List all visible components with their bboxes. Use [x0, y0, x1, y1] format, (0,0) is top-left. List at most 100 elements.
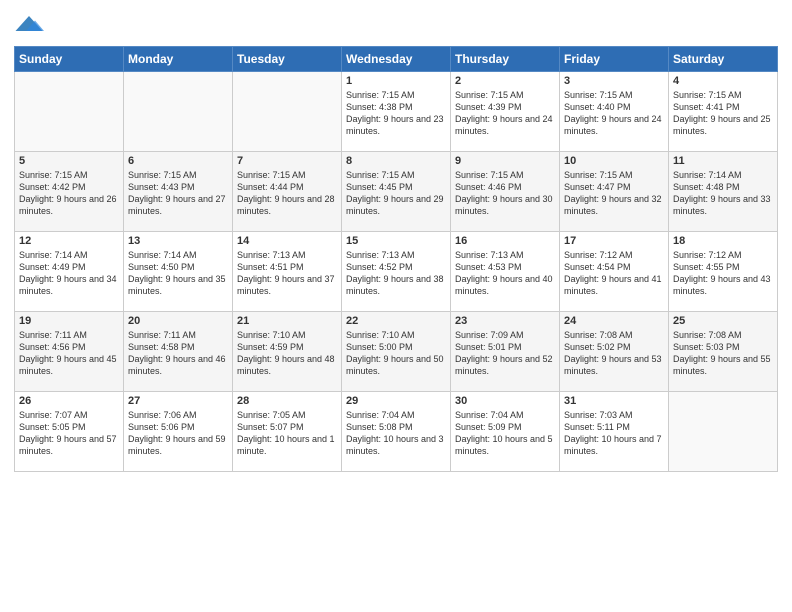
day-number: 12 — [19, 235, 119, 247]
calendar-cell: 22 Sunrise: 7:10 AM Sunset: 5:00 PM Dayli… — [342, 312, 451, 392]
week-row-2: 5 Sunrise: 7:15 AM Sunset: 4:42 PM Daylig… — [15, 152, 778, 232]
day-number: 4 — [673, 75, 773, 87]
week-row-5: 26 Sunrise: 7:07 AM Sunset: 5:05 PM Dayli… — [15, 392, 778, 472]
calendar-cell: 19 Sunrise: 7:11 AM Sunset: 4:56 PM Dayli… — [15, 312, 124, 392]
calendar-cell — [669, 392, 778, 472]
day-info: Sunrise: 7:08 AM Sunset: 5:02 PM Dayligh… — [564, 329, 664, 378]
calendar-cell: 23 Sunrise: 7:09 AM Sunset: 5:01 PM Dayli… — [451, 312, 560, 392]
day-number: 7 — [237, 155, 337, 167]
day-info: Sunrise: 7:15 AM Sunset: 4:46 PM Dayligh… — [455, 169, 555, 218]
day-info: Sunrise: 7:15 AM Sunset: 4:38 PM Dayligh… — [346, 89, 446, 138]
day-info: Sunrise: 7:12 AM Sunset: 4:55 PM Dayligh… — [673, 249, 773, 298]
day-info: Sunrise: 7:05 AM Sunset: 5:07 PM Dayligh… — [237, 409, 337, 458]
calendar-cell: 20 Sunrise: 7:11 AM Sunset: 4:58 PM Dayli… — [124, 312, 233, 392]
day-info: Sunrise: 7:11 AM Sunset: 4:58 PM Dayligh… — [128, 329, 228, 378]
calendar-cell: 15 Sunrise: 7:13 AM Sunset: 4:52 PM Dayli… — [342, 232, 451, 312]
day-info: Sunrise: 7:15 AM Sunset: 4:42 PM Dayligh… — [19, 169, 119, 218]
day-number: 2 — [455, 75, 555, 87]
day-number: 5 — [19, 155, 119, 167]
weekday-header-friday: Friday — [560, 47, 669, 72]
calendar-cell: 25 Sunrise: 7:08 AM Sunset: 5:03 PM Dayli… — [669, 312, 778, 392]
day-number: 29 — [346, 395, 446, 407]
day-info: Sunrise: 7:13 AM Sunset: 4:51 PM Dayligh… — [237, 249, 337, 298]
day-info: Sunrise: 7:06 AM Sunset: 5:06 PM Dayligh… — [128, 409, 228, 458]
day-info: Sunrise: 7:11 AM Sunset: 4:56 PM Dayligh… — [19, 329, 119, 378]
calendar-cell: 2 Sunrise: 7:15 AM Sunset: 4:39 PM Daylig… — [451, 72, 560, 152]
week-row-3: 12 Sunrise: 7:14 AM Sunset: 4:49 PM Dayli… — [15, 232, 778, 312]
day-number: 21 — [237, 315, 337, 327]
weekday-header-tuesday: Tuesday — [233, 47, 342, 72]
calendar-cell — [15, 72, 124, 152]
calendar-cell: 4 Sunrise: 7:15 AM Sunset: 4:41 PM Daylig… — [669, 72, 778, 152]
calendar-cell: 5 Sunrise: 7:15 AM Sunset: 4:42 PM Daylig… — [15, 152, 124, 232]
weekday-header-row: SundayMondayTuesdayWednesdayThursdayFrid… — [15, 47, 778, 72]
calendar-cell: 18 Sunrise: 7:12 AM Sunset: 4:55 PM Dayli… — [669, 232, 778, 312]
calendar-cell: 3 Sunrise: 7:15 AM Sunset: 4:40 PM Daylig… — [560, 72, 669, 152]
day-number: 10 — [564, 155, 664, 167]
day-info: Sunrise: 7:09 AM Sunset: 5:01 PM Dayligh… — [455, 329, 555, 378]
calendar-cell: 29 Sunrise: 7:04 AM Sunset: 5:08 PM Dayli… — [342, 392, 451, 472]
day-number: 25 — [673, 315, 773, 327]
day-number: 15 — [346, 235, 446, 247]
calendar-cell: 16Sunrise: 7:13 AM Sunset: 4:53 PM Dayli… — [451, 232, 560, 312]
calendar-cell: 24 Sunrise: 7:08 AM Sunset: 5:02 PM Dayli… — [560, 312, 669, 392]
day-number: 20 — [128, 315, 228, 327]
calendar-cell: 1 Sunrise: 7:15 AM Sunset: 4:38 PM Daylig… — [342, 72, 451, 152]
day-info: Sunrise: 7:08 AM Sunset: 5:03 PM Dayligh… — [673, 329, 773, 378]
calendar-cell: 27 Sunrise: 7:06 AM Sunset: 5:06 PM Dayli… — [124, 392, 233, 472]
calendar-cell — [233, 72, 342, 152]
calendar-cell: 8Sunrise: 7:15 AM Sunset: 4:45 PM Daylig… — [342, 152, 451, 232]
day-number: 27 — [128, 395, 228, 407]
day-number: 13 — [128, 235, 228, 247]
logo-icon — [14, 10, 44, 40]
day-info: Sunrise: 7:04 AM Sunset: 5:09 PM Dayligh… — [455, 409, 555, 458]
day-info: Sunrise: 7:15 AM Sunset: 4:41 PM Dayligh… — [673, 89, 773, 138]
calendar-cell: 6Sunrise: 7:15 AM Sunset: 4:43 PM Daylig… — [124, 152, 233, 232]
day-number: 11 — [673, 155, 773, 167]
week-row-4: 19 Sunrise: 7:11 AM Sunset: 4:56 PM Dayli… — [15, 312, 778, 392]
calendar-cell — [124, 72, 233, 152]
day-info: Sunrise: 7:15 AM Sunset: 4:39 PM Dayligh… — [455, 89, 555, 138]
day-info: Sunrise: 7:12 AM Sunset: 4:54 PM Dayligh… — [564, 249, 664, 298]
calendar-cell: 31 Sunrise: 7:03 AM Sunset: 5:11 PM Dayli… — [560, 392, 669, 472]
day-number: 30 — [455, 395, 555, 407]
calendar-cell: 14 Sunrise: 7:13 AM Sunset: 4:51 PM Dayli… — [233, 232, 342, 312]
calendar-cell: 21 Sunrise: 7:10 AM Sunset: 4:59 PM Dayli… — [233, 312, 342, 392]
day-info: Sunrise: 7:07 AM Sunset: 5:05 PM Dayligh… — [19, 409, 119, 458]
day-info: Sunrise: 7:15 AM Sunset: 4:47 PM Dayligh… — [564, 169, 664, 218]
day-number: 26 — [19, 395, 119, 407]
header — [14, 10, 778, 40]
day-number: 22 — [346, 315, 446, 327]
day-info: Sunrise: 7:03 AM Sunset: 5:11 PM Dayligh… — [564, 409, 664, 458]
day-number: 14 — [237, 235, 337, 247]
day-number: 18 — [673, 235, 773, 247]
day-number: 31 — [564, 395, 664, 407]
day-info: Sunrise: 7:14 AM Sunset: 4:48 PM Dayligh… — [673, 169, 773, 218]
day-number: 17 — [564, 235, 664, 247]
day-info: Sunrise: 7:13 AM Sunset: 4:52 PM Dayligh… — [346, 249, 446, 298]
weekday-header-thursday: Thursday — [451, 47, 560, 72]
calendar-cell: 7 Sunrise: 7:15 AM Sunset: 4:44 PM Daylig… — [233, 152, 342, 232]
week-row-1: 1 Sunrise: 7:15 AM Sunset: 4:38 PM Daylig… — [15, 72, 778, 152]
weekday-header-saturday: Saturday — [669, 47, 778, 72]
day-number: 3 — [564, 75, 664, 87]
calendar-cell: 30 Sunrise: 7:04 AM Sunset: 5:09 PM Dayli… — [451, 392, 560, 472]
day-info: Sunrise: 7:14 AM Sunset: 4:50 PM Dayligh… — [128, 249, 228, 298]
day-number: 1 — [346, 75, 446, 87]
calendar-cell: 26 Sunrise: 7:07 AM Sunset: 5:05 PM Dayli… — [15, 392, 124, 472]
day-number: 23 — [455, 315, 555, 327]
day-info: Sunrise: 7:14 AM Sunset: 4:49 PM Dayligh… — [19, 249, 119, 298]
day-info: Sunrise: 7:04 AM Sunset: 5:08 PM Dayligh… — [346, 409, 446, 458]
day-info: Sunrise: 7:15 AM Sunset: 4:40 PM Dayligh… — [564, 89, 664, 138]
day-number: 16 — [455, 235, 555, 247]
day-number: 19 — [19, 315, 119, 327]
weekday-header-sunday: Sunday — [15, 47, 124, 72]
day-info: Sunrise: 7:15 AM Sunset: 4:44 PM Dayligh… — [237, 169, 337, 218]
calendar-table: SundayMondayTuesdayWednesdayThursdayFrid… — [14, 46, 778, 472]
day-info: Sunrise: 7:10 AM Sunset: 5:00 PM Dayligh… — [346, 329, 446, 378]
day-number: 6 — [128, 155, 228, 167]
day-number: 9 — [455, 155, 555, 167]
day-number: 8 — [346, 155, 446, 167]
day-info: Sunrise: 7:10 AM Sunset: 4:59 PM Dayligh… — [237, 329, 337, 378]
day-number: 24 — [564, 315, 664, 327]
